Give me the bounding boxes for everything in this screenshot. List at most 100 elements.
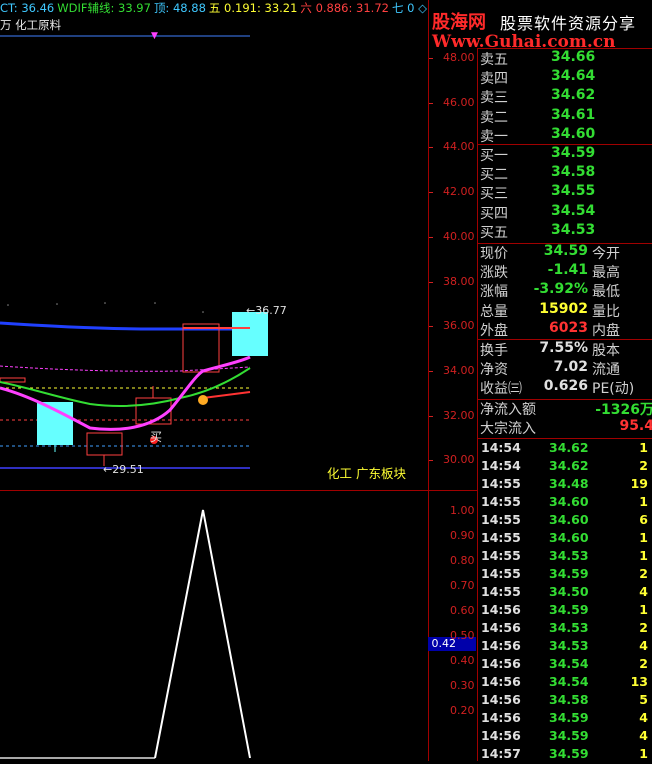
- tick-qty: 4: [639, 638, 648, 653]
- tick-time: 14:57: [481, 746, 521, 761]
- tick-price: 34.60: [549, 494, 589, 509]
- tick-qty: 2: [639, 458, 648, 473]
- quote-side-label: 股本: [592, 343, 620, 359]
- tick-row[interactable]: 14:56 34.59 4: [479, 710, 652, 728]
- indicator-axis-label: 0.50: [450, 629, 475, 642]
- price-axis-tick: [429, 281, 433, 283]
- price-axis-label: 38.00: [443, 274, 475, 288]
- tick-row[interactable]: 14:55 34.60 1: [479, 530, 652, 548]
- candle: [86, 432, 123, 456]
- tick-qty: 5: [639, 692, 648, 707]
- quote-row: 总量 15902 量比: [479, 301, 652, 320]
- tick-time: 14:56: [481, 656, 521, 671]
- tick-row[interactable]: 14:56 34.59 1: [479, 602, 652, 620]
- indicator-axis-label: 0.30: [450, 679, 475, 692]
- ask-row: 卖三 34.62: [479, 87, 652, 106]
- quote-value: -3.92%: [533, 281, 588, 298]
- tick-qty: 4: [639, 728, 648, 743]
- panel-divider: [477, 48, 478, 761]
- quote-value: 15902: [539, 300, 588, 317]
- indicator-peak-line: [154, 509, 251, 759]
- quote-label: 收益㈢: [480, 381, 522, 398]
- watermark-slogan: 股票软件资源分享: [500, 14, 637, 33]
- tick-row[interactable]: 14:56 34.53 2: [479, 620, 652, 638]
- tick-row[interactable]: 14:56 34.59 4: [479, 728, 652, 746]
- price-axis-tick: [429, 415, 433, 417]
- ask-label: 卖一: [480, 128, 508, 145]
- tick-price: 34.62: [549, 458, 589, 473]
- quote-side-label: PE(动): [592, 381, 635, 398]
- indicator-axis-label: 0.90: [450, 529, 475, 542]
- tick-row[interactable]: 14:55 34.60 1: [479, 494, 652, 512]
- tick-qty: 2: [639, 656, 648, 671]
- tick-qty: 2: [639, 620, 648, 635]
- bid-row: 买四 34.54: [479, 203, 652, 222]
- tick-price: 34.50: [549, 584, 589, 599]
- price-axis-label: 34.00: [443, 363, 475, 377]
- price-axis-tick: [429, 460, 433, 462]
- tick-row[interactable]: 14:55 34.48 19: [479, 476, 652, 494]
- tick-row[interactable]: 14:55 34.50 4: [479, 584, 652, 602]
- ask-price: 34.60: [551, 125, 596, 142]
- tick-time: 14:55: [481, 566, 521, 581]
- quote-row: 现价 34.59 今开: [479, 243, 652, 262]
- tick-price: 34.53: [549, 638, 589, 653]
- flow-label: 大宗流入: [480, 421, 536, 438]
- price-axis-label: 30.00: [443, 453, 475, 467]
- bid-label: 买二: [480, 167, 508, 184]
- tick-time: 14:55: [481, 584, 521, 599]
- tick-time: 14:56: [481, 638, 521, 653]
- tick-row[interactable]: 14:54 34.62 2: [479, 458, 652, 476]
- quote-value: 7.55%: [539, 340, 588, 356]
- tick-qty: 6: [639, 512, 648, 527]
- tick-time: 14:56: [481, 728, 521, 743]
- bid-price: 34.59: [551, 145, 596, 161]
- quote-value: 0.626: [543, 378, 588, 395]
- quote-label: 涨跌: [480, 265, 508, 282]
- flow-label: 净流入额: [480, 402, 536, 418]
- tick-row[interactable]: 14:56 34.54 13: [479, 674, 652, 692]
- price-axis-label: 36.00: [443, 319, 475, 333]
- tick-row[interactable]: 14:55 34.60 6: [479, 512, 652, 530]
- tick-price: 34.59: [549, 602, 589, 617]
- tick-qty: 1: [639, 494, 648, 509]
- ask-label: 卖五: [480, 52, 508, 68]
- quote-label: 外盘: [480, 322, 508, 339]
- tick-row[interactable]: 14:54 34.62 1: [479, 440, 652, 458]
- tick-qty: 13: [630, 674, 648, 689]
- tick-price: 34.60: [549, 512, 589, 527]
- tick-time: 14:55: [481, 548, 521, 563]
- indicator-axis-label: 0.80: [450, 554, 475, 567]
- quote-label: 净资: [480, 362, 508, 379]
- tick-price: 34.53: [549, 620, 589, 635]
- tick-row[interactable]: 14:56 34.53 4: [479, 638, 652, 656]
- tick-row[interactable]: 14:55 34.53 1: [479, 548, 652, 566]
- tick-qty: 1: [639, 530, 648, 545]
- tick-row[interactable]: 14:56 34.58 5: [479, 692, 652, 710]
- price-axis-label: 48.00: [443, 51, 475, 64]
- quote-value: -1.41: [547, 262, 588, 279]
- tick-qty: 2: [639, 566, 648, 581]
- price-axis-tick: [429, 58, 433, 59]
- bid-price: 34.53: [551, 221, 596, 238]
- ask-price: 34.66: [551, 49, 596, 65]
- tick-row[interactable]: 14:55 34.59 2: [479, 566, 652, 584]
- kline-chart[interactable]: ▼: [0, 0, 428, 761]
- tick-qty: 4: [639, 584, 648, 599]
- indicator-axis-label: 0.20: [450, 704, 475, 717]
- quote-label: 涨幅: [480, 284, 508, 301]
- quote-row: 外盘 6023 内盘: [479, 320, 652, 339]
- bid-price: 34.54: [551, 202, 596, 219]
- bid-label: 买五: [480, 224, 508, 241]
- ask-price: 34.64: [551, 68, 596, 85]
- candle: [0, 377, 26, 383]
- tick-qty: 1: [639, 440, 648, 455]
- quote-value: 7.02: [553, 359, 588, 376]
- tick-row[interactable]: 14:56 34.54 2: [479, 656, 652, 674]
- quote-side-label: 今开: [592, 246, 620, 262]
- tick-row[interactable]: 14:57 34.59 1: [479, 746, 652, 764]
- price-axis-label: 46.00: [443, 95, 475, 109]
- ask-label: 卖三: [480, 90, 508, 107]
- tick-price: 34.58: [549, 692, 589, 707]
- bid-price: 34.58: [551, 164, 596, 181]
